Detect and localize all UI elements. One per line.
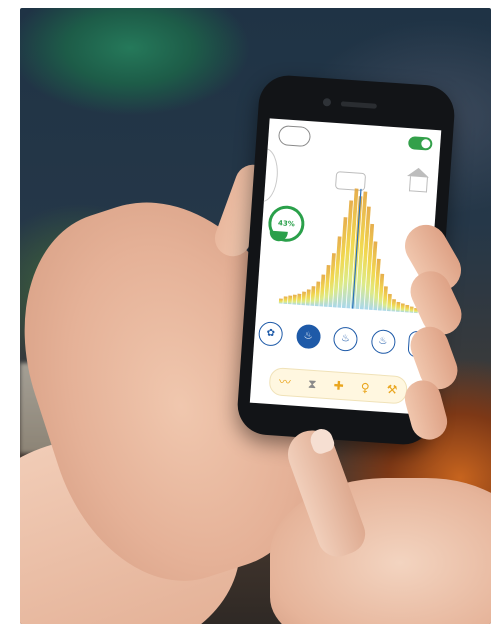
front-camera <box>322 98 332 107</box>
humidity-value: 43% <box>277 219 296 229</box>
sun-icon[interactable]: ✚ <box>333 378 344 393</box>
bottom-function-bar: 〰 ⧗ ✚ ♀ ⚒ <box>268 366 409 405</box>
power-toggle[interactable] <box>407 136 433 151</box>
flame-icon[interactable]: ♨ <box>295 323 321 350</box>
chart-bar <box>283 296 288 304</box>
earpiece-speaker <box>340 101 377 109</box>
chart-bar <box>404 304 410 313</box>
chart-bar <box>296 293 302 305</box>
flame-outline-2-glyph: ♨ <box>378 335 388 348</box>
chart-bar <box>400 303 405 313</box>
flame-outline-2-icon[interactable]: ♨ <box>370 328 396 355</box>
chart-bar <box>305 289 311 306</box>
flame-outline-icon[interactable]: ♨ <box>332 326 359 352</box>
wrench-icon[interactable]: ⚒ <box>386 382 398 397</box>
chart-bar <box>382 286 388 311</box>
chart-bar <box>278 298 283 304</box>
chart-bar <box>395 301 401 312</box>
chart-bar <box>314 281 321 307</box>
leaf-glyph: ✿ <box>266 327 276 340</box>
flame-outline-glyph: ♨ <box>340 332 351 345</box>
hourglass-icon[interactable]: ⧗ <box>308 377 317 392</box>
chart-bar <box>301 291 306 306</box>
phone-screen: 43% ✿ ♨ ♨ ♨ ● 〰 ⧗ ✚ ♀ ⚒ <box>249 118 442 415</box>
chart-bar <box>391 299 396 312</box>
leaf-icon[interactable]: ✿ <box>257 321 284 347</box>
chart-bar <box>386 293 392 312</box>
cloud-icon[interactable] <box>277 125 312 148</box>
photo-background: 43% ✿ ♨ ♨ ♨ ● 〰 ⧗ ✚ ♀ ⚒ <box>20 8 491 624</box>
chart-bar <box>409 306 414 313</box>
bulb-icon[interactable]: ♀ <box>360 380 370 395</box>
chart-bar <box>292 294 297 305</box>
chart-bar <box>287 295 293 305</box>
wave-icon[interactable]: 〰 <box>278 375 291 390</box>
chart-bar <box>310 286 316 306</box>
mode-buttons-row: ✿ ♨ ♨ ♨ ● <box>257 318 428 360</box>
flame-glyph: ♨ <box>303 330 313 342</box>
